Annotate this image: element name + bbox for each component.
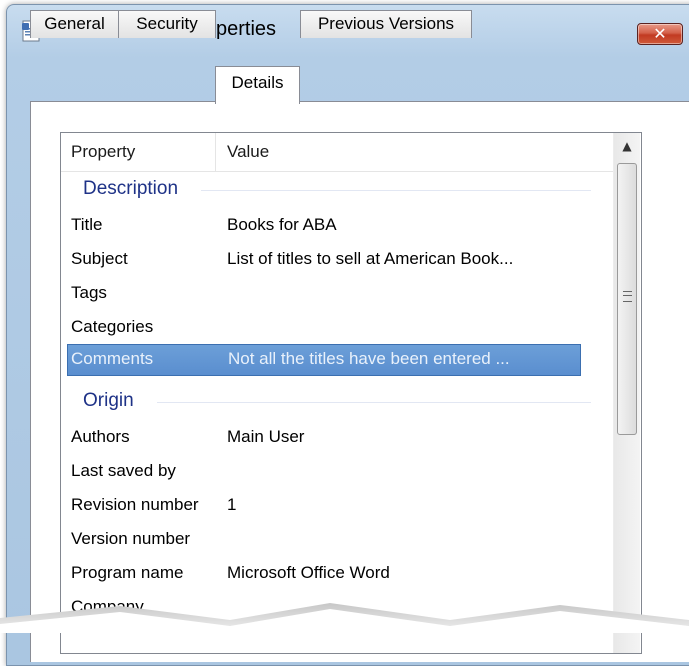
column-divider[interactable] — [215, 133, 216, 171]
tab-general[interactable]: General — [30, 10, 119, 38]
list-item[interactable]: Subject List of titles to sell at Americ… — [61, 245, 581, 275]
group-header-origin[interactable]: Origin — [61, 387, 613, 417]
property-value: Books for ABA — [227, 215, 337, 234]
list-item[interactable]: Last saved by — [61, 457, 581, 487]
list-item[interactable]: Revision number 1 — [61, 491, 581, 521]
grip-icon — [623, 291, 632, 302]
property-name: Program name — [71, 563, 184, 582]
group-divider — [157, 402, 591, 403]
scrollbar-thumb[interactable] — [617, 163, 637, 435]
list-item[interactable]: Title Books for ABA — [61, 211, 581, 241]
group-divider — [201, 190, 591, 191]
property-name: Last saved by — [71, 461, 176, 480]
property-name: Subject — [71, 249, 128, 268]
property-name: Revision number — [71, 495, 199, 514]
property-name: Version number — [71, 529, 191, 548]
list-item[interactable]: Program name Microsoft Office Word — [61, 559, 581, 589]
group-header-description[interactable]: Description — [61, 175, 613, 205]
property-value: Microsoft Office Word — [227, 563, 390, 582]
scroll-up-arrow-icon[interactable]: ▲ — [614, 133, 640, 159]
column-header-property[interactable]: Property — [71, 142, 135, 162]
list-item[interactable]: Version number — [61, 525, 581, 555]
list-item[interactable]: Categories — [61, 313, 581, 343]
column-header-value[interactable]: Value — [227, 142, 269, 162]
torn-edge — [0, 603, 689, 633]
tab-details[interactable]: Details — [215, 66, 300, 104]
property-name: Tags — [71, 283, 107, 302]
property-name: Categories — [71, 317, 154, 336]
property-value: Not all the titles have been entered ... — [228, 349, 510, 368]
property-name: Title — [71, 215, 103, 234]
properties-list[interactable]: Property Value Description Title Books f… — [60, 132, 642, 654]
property-value: List of titles to sell at American Book.… — [227, 249, 514, 268]
list-item[interactable]: Authors Main User — [61, 423, 581, 453]
tab-security[interactable]: Security — [118, 10, 216, 38]
group-title: Origin — [83, 390, 134, 411]
property-name: Authors — [71, 427, 130, 446]
property-value: 1 — [227, 495, 237, 514]
group-title: Description — [83, 178, 179, 199]
property-value: Main User — [227, 427, 305, 446]
list-header: Property Value — [61, 133, 613, 172]
list-item[interactable]: Tags — [61, 279, 581, 309]
tab-previous-versions[interactable]: Previous Versions — [300, 10, 472, 38]
vertical-scrollbar[interactable]: ▲ — [613, 133, 640, 653]
list-item-selected[interactable]: Comments Not all the titles have been en… — [67, 344, 581, 376]
property-name: Comments — [71, 349, 154, 368]
close-button[interactable]: ✕ — [637, 23, 683, 45]
